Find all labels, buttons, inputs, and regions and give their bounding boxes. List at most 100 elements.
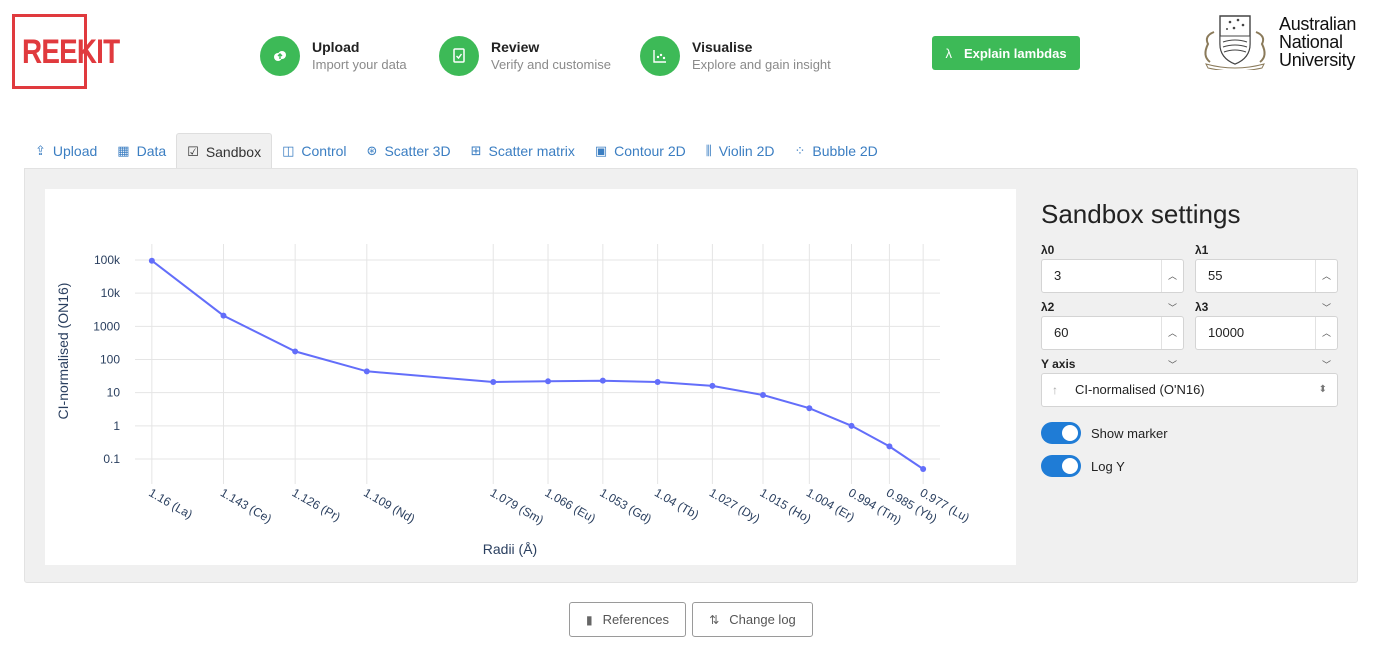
log-y-toggle[interactable] — [1041, 455, 1081, 477]
lambda1-label: λ1 — [1195, 243, 1209, 257]
y-tick-label: 1000 — [93, 319, 120, 333]
cube-icon: ⊛ — [366, 143, 378, 158]
x-tick-label: 1.143 (Ce) — [218, 485, 274, 525]
chevron-up-icon[interactable]: ︿ — [1168, 317, 1177, 349]
lambda1-stepper[interactable]: ︿ ﹀ — [1315, 260, 1337, 313]
lambda2-input[interactable]: 60 ︿ ﹀ — [1041, 316, 1184, 370]
x-axis-label: Radii (Å) — [483, 541, 537, 557]
x-tick-label: 1.066 (Eu) — [543, 485, 599, 525]
lambda2-label: λ2 — [1041, 300, 1055, 314]
y-tick-label: 100k — [94, 253, 121, 267]
data-point[interactable] — [220, 312, 227, 319]
data-point[interactable] — [545, 378, 552, 385]
chevron-up-icon[interactable]: ︿ — [1322, 317, 1331, 349]
lambda-icon: λ — [945, 45, 952, 61]
step-upload: Upload Import your data — [260, 36, 407, 76]
x-tick-label: 1.109 (Nd) — [361, 485, 417, 525]
step-visualise: Visualise Explore and gain insight — [640, 36, 831, 76]
data-point[interactable] — [886, 443, 893, 450]
show-marker-label: Show marker — [1091, 425, 1168, 441]
anu-wordmark: Australian National University — [1279, 14, 1357, 70]
show-marker-toggle[interactable] — [1041, 422, 1081, 444]
line-chart[interactable]: 100k 10k 1000 100 10 1 0.1 1.16 (La) 1.143 (Ce)… — [45, 189, 1016, 565]
header: REEKIT Upload Import your data Review Ve… — [0, 0, 1381, 110]
chart-icon — [640, 36, 680, 76]
table-icon: ▦ — [117, 143, 130, 158]
violin-icon: ⫼ — [705, 143, 712, 158]
tab-scatter-3d[interactable]: ⊛ Scatter 3D — [357, 133, 461, 169]
lambda2-stepper[interactable]: ︿ ﹀ — [1161, 317, 1183, 370]
cloud-upload-icon — [260, 36, 300, 76]
chevron-up-icon[interactable]: ︿ — [1168, 260, 1177, 292]
data-point[interactable] — [654, 378, 661, 385]
y-axis-select[interactable]: ↑ CI-normalised (O'N16) ⬍ — [1041, 373, 1338, 407]
step-subtitle: Explore and gain insight — [692, 57, 831, 72]
y-tick-label: 1 — [113, 419, 120, 433]
git-compare-icon: ⇅ — [709, 612, 720, 627]
references-button[interactable]: ▮ References — [569, 602, 686, 637]
lambda1-input[interactable]: 55 ︿ ﹀ — [1195, 259, 1338, 313]
tab-control[interactable]: ◫ Control — [272, 133, 356, 169]
step-title: Review — [491, 39, 540, 55]
lambda0-input[interactable]: 3 ︿ ﹀ — [1041, 259, 1184, 313]
sort-arrow-icon: ↑ — [1052, 383, 1058, 397]
sandbox-settings: Sandbox settings λ0 3 ︿ ﹀ λ1 55 ︿ ﹀ λ2 6… — [1041, 189, 1341, 488]
x-tick-label: 1.16 (La) — [146, 485, 195, 521]
edit-box-icon: ☑ — [187, 143, 199, 159]
data-point[interactable] — [490, 378, 497, 385]
lambda3-stepper[interactable]: ︿ ﹀ — [1315, 317, 1337, 370]
data-point[interactable] — [148, 257, 155, 264]
tab-bubble-2d[interactable]: ⁘ Bubble 2D — [785, 133, 888, 169]
step-review: Review Verify and customise — [439, 36, 611, 76]
tab-contour-2d[interactable]: ▣ Contour 2D — [585, 133, 696, 169]
sandbox-panel: 100k 10k 1000 100 10 1 0.1 1.16 (La) 1.143 (Ce)… — [24, 168, 1358, 583]
y-axis-select-label: Y axis — [1041, 357, 1076, 371]
tab-data[interactable]: ▦ Data — [107, 133, 176, 169]
y-tick-label: 10 — [107, 386, 121, 400]
y-tick-label: 100 — [100, 353, 120, 367]
x-tick-label: 1.027 (Dy) — [707, 485, 763, 525]
tab-bar: ⇪ Upload ▦ Data ☑ Sandbox ◫ Control ⊛ Scatter… — [25, 133, 888, 169]
lambda0-stepper[interactable]: ︿ ﹀ — [1161, 260, 1183, 313]
tab-violin-2d[interactable]: ⫼ Violin 2D — [696, 133, 785, 169]
data-point[interactable] — [759, 392, 766, 399]
reekit-logo-text: REEKIT — [22, 33, 120, 71]
anu-crest-logo — [1204, 15, 1266, 70]
data-point[interactable] — [920, 465, 927, 472]
data-point[interactable] — [599, 377, 606, 384]
change-log-button[interactable]: ⇅ Change log — [692, 602, 813, 637]
bubbles-icon: ⁘ — [794, 143, 806, 158]
lambda3-label: λ3 — [1195, 300, 1209, 314]
chart-container[interactable]: 100k 10k 1000 100 10 1 0.1 1.16 (La) 1.143 (Ce)… — [45, 189, 1016, 565]
data-point[interactable] — [848, 422, 855, 429]
tab-sandbox[interactable]: ☑ Sandbox — [176, 133, 273, 169]
explain-lambdas-button[interactable]: λ Explain lambdas — [932, 36, 1080, 70]
tab-upload[interactable]: ⇪ Upload — [25, 133, 107, 169]
step-subtitle: Verify and customise — [491, 57, 611, 72]
x-tick-label: 1.053 (Gd) — [597, 485, 654, 526]
data-point[interactable] — [363, 368, 370, 375]
series-line — [151, 259, 924, 470]
x-tick-label: 1.126 (Pr) — [290, 485, 343, 524]
data-point[interactable] — [292, 348, 299, 355]
step-title: Visualise — [692, 39, 753, 55]
y-tick-label: 10k — [101, 286, 121, 300]
lambda0-label: λ0 — [1041, 243, 1055, 257]
document-check-icon — [439, 36, 479, 76]
step-title: Upload — [312, 39, 360, 55]
grid-icon: ⊞ — [470, 143, 482, 158]
data-point[interactable] — [806, 405, 813, 412]
x-tick-label: 1.04 (Tb) — [652, 485, 701, 521]
lambda3-input[interactable]: 10000 ︿ ﹀ — [1195, 316, 1338, 370]
sliders-icon: ◫ — [282, 143, 295, 158]
settings-title: Sandbox settings — [1041, 199, 1241, 229]
explain-lambdas-label: Explain lambdas — [963, 45, 1067, 61]
contour-icon: ▣ — [594, 143, 608, 158]
data-point[interactable] — [709, 382, 716, 389]
chevron-up-icon[interactable]: ︿ — [1322, 260, 1331, 292]
tab-scatter-matrix[interactable]: ⊞ Scatter matrix — [461, 133, 585, 169]
x-tick-label: 1.079 (Sm) — [488, 485, 546, 527]
log-y-label: Log Y — [1091, 458, 1125, 474]
x-tick-label: 1.015 (Ho) — [757, 485, 813, 525]
y-axis-label: CI-normalised (ON16) — [55, 283, 71, 420]
